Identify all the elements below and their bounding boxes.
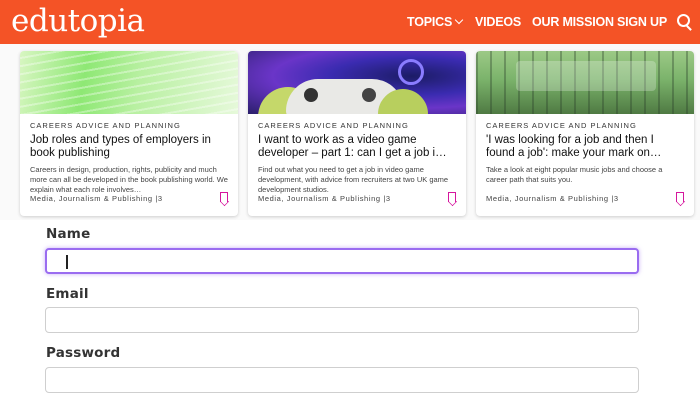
card-title[interactable]: I want to work as a video game developer… [258,134,456,160]
card-meta: Media, Journalism & Publishing |3 [486,194,619,203]
nav-topics-label: TOPICS [407,15,453,29]
email-field[interactable] [45,307,639,333]
article-card[interactable]: CAREERS ADVICE AND PLANNING Job roles an… [20,51,238,216]
chevron-down-icon [454,15,464,25]
card-image [20,51,238,114]
bookmark-icon[interactable] [676,192,684,202]
card-image [476,51,694,114]
card-title[interactable]: 'I was looking for a job and then I foun… [486,134,684,160]
card-kicker: CAREERS ADVICE AND PLANNING [486,121,637,130]
password-label: Password [46,345,121,361]
card-image-detail [398,59,424,85]
nav-sign-up[interactable]: SIGN UP [617,15,667,29]
card-kicker: CAREERS ADVICE AND PLANNING [258,121,409,130]
name-label: Name [46,226,91,242]
card-image [248,51,466,114]
article-card[interactable]: CAREERS ADVICE AND PLANNING 'I was looki… [476,51,694,216]
card-description: Find out what you need to get a job in v… [258,165,449,194]
nav-our-mission[interactable]: OUR MISSION [532,15,614,29]
email-label: Email [46,286,89,302]
nav-videos[interactable]: VIDEOS [475,15,521,29]
card-description: Take a look at eight popular music jobs … [486,165,663,184]
nav-topics[interactable]: TOPICS [407,15,464,29]
card-meta: Media, Journalism & Publishing |3 [258,194,391,203]
card-kicker: CAREERS ADVICE AND PLANNING [30,121,181,130]
bookmark-icon[interactable] [220,192,228,202]
bookmark-icon[interactable] [448,192,456,202]
top-nav: edutopia TOPICS VIDEOS OUR MISSION SIGN … [0,0,700,44]
card-meta: Media, Journalism & Publishing |3 [30,194,163,203]
edutopia-logo[interactable]: edutopia [11,2,145,40]
card-description: Careers in design, production, rights, p… [30,165,228,194]
article-card[interactable]: CAREERS ADVICE AND PLANNING I want to wo… [248,51,466,216]
name-field[interactable] [45,248,639,274]
password-field[interactable] [45,367,639,393]
search-icon[interactable] [677,14,690,27]
text-caret [66,255,68,269]
card-title[interactable]: Job roles and types of employers in book… [30,134,228,160]
